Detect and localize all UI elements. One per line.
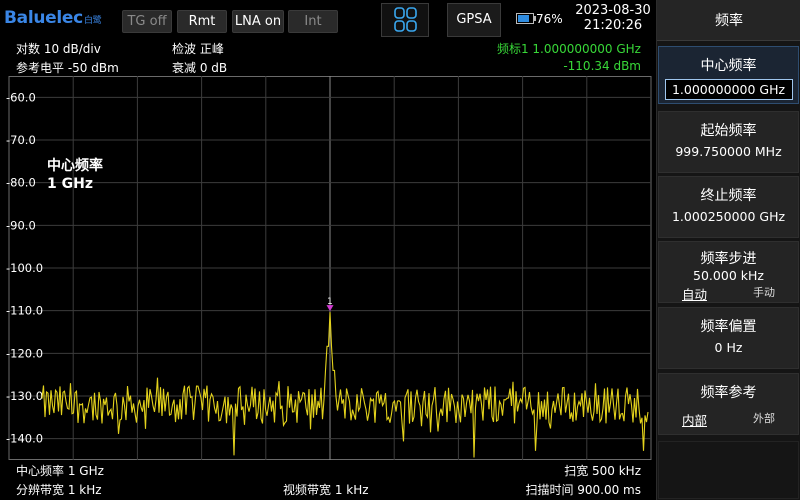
grid-layout-icon xyxy=(394,7,417,32)
ref-external-option[interactable]: 外部 xyxy=(753,410,775,429)
overlay-value: 1 GHz xyxy=(47,176,93,192)
spectrum-plot[interactable]: -60.0 -70.0 -80.0 -90.0 -100.0 -110.0 -120.0 -1… xyxy=(0,76,656,460)
freq-offset-softkey[interactable]: 频率偏置 0 Hz xyxy=(658,307,799,369)
step-manual-option[interactable]: 手动 xyxy=(753,284,775,303)
time-text: 21:20:26 xyxy=(583,18,643,33)
rbw-label[interactable]: 分辨带宽 1 kHz xyxy=(16,481,102,498)
vbw-label[interactable]: 视频带宽 1 kHz xyxy=(283,481,369,498)
y-tick-label: -110.0 xyxy=(6,304,43,318)
brand-name: Baluelec xyxy=(4,8,83,28)
ref-level-label[interactable]: 参考电平 -50 dBm xyxy=(16,59,119,76)
y-tick-label: -70.0 xyxy=(6,133,36,147)
spectrum-trace xyxy=(41,312,649,458)
sweep-time-label[interactable]: 扫描时间 900.00 ms xyxy=(525,481,641,498)
freq-step-softkey[interactable]: 频率步进 50.000 kHz 自动 手动 xyxy=(658,241,799,303)
marker-value: -110.34 dBm xyxy=(563,59,641,73)
panel-title: 频率 xyxy=(657,0,800,41)
stop-freq-label: 终止频率 xyxy=(700,188,757,204)
scale-label: 对数 10 dB/div xyxy=(16,42,101,56)
y-tick-label: -100.0 xyxy=(6,261,43,275)
center-freq-softkey-label: 中心频率 xyxy=(700,58,757,74)
freq-ref-label: 频率参考 xyxy=(700,385,757,401)
tg-button[interactable]: TG off xyxy=(122,10,172,33)
center-freq-overlay: 中心频率 1 GHz xyxy=(47,157,103,193)
detector-label: 检波 正峰 xyxy=(172,42,224,56)
remote-button[interactable]: Rmt xyxy=(177,10,227,33)
date-text: 2023-08-30 xyxy=(575,3,651,18)
stop-freq-value: 1.000250000 GHz xyxy=(671,209,786,224)
step-auto-option[interactable]: 自动 xyxy=(682,284,707,303)
freq-offset-label: 频率偏置 xyxy=(700,319,757,335)
center-freq-softkey[interactable]: 中心频率 1.000000000 GHz xyxy=(658,46,799,104)
spectrum-graph[interactable]: -60.0 -70.0 -80.0 -90.0 -100.0 -110.0 -120.0 -1… xyxy=(0,76,656,460)
start-freq-label: 起始频率 xyxy=(700,123,757,139)
start-freq-softkey[interactable]: 起始频率 999.750000 MHz xyxy=(658,111,799,173)
y-tick-label: -130.0 xyxy=(6,389,43,403)
start-freq-value: 999.750000 MHz xyxy=(675,144,782,159)
battery-percent: 76% xyxy=(536,12,563,26)
int-button[interactable]: Int xyxy=(288,10,338,33)
top-bar: Baluelec白鹭 TG off Rmt LNA on Int GPSA 76… xyxy=(0,0,656,38)
datetime: 2023-08-30 21:20:26 xyxy=(572,3,654,33)
y-tick-label: -120.0 xyxy=(6,346,43,360)
freq-offset-value: 0 Hz xyxy=(714,340,743,355)
y-tick-label: -90.0 xyxy=(6,218,36,232)
battery-status: 76% xyxy=(516,12,563,26)
y-tick-label: -80.0 xyxy=(6,176,36,190)
y-tick-label: -60.0 xyxy=(6,90,36,104)
frequency-menu-panel: 频率 中心频率 1.000000000 GHz 起始频率 999.750000 … xyxy=(656,0,800,500)
marker-label: 频标1 1.000000000 GHz xyxy=(496,42,641,56)
freq-step-value: 50.000 kHz xyxy=(693,268,764,283)
lna-button[interactable]: LNA on xyxy=(232,10,284,33)
brand-logo: Baluelec白鹭 xyxy=(4,8,102,28)
empty-softkey xyxy=(658,441,799,499)
center-freq-input[interactable]: 1.000000000 GHz xyxy=(664,79,793,100)
overlay-title: 中心频率 xyxy=(47,158,103,174)
y-tick-label: -140.0 xyxy=(6,432,43,446)
ref-internal-option[interactable]: 内部 xyxy=(682,410,707,429)
span-label[interactable]: 扫宽 500 kHz xyxy=(564,462,641,479)
battery-icon xyxy=(516,13,536,24)
freq-ref-softkey[interactable]: 频率参考 内部 外部 xyxy=(658,373,799,435)
layout-grid-button[interactable] xyxy=(381,3,429,37)
marker-number: 1 xyxy=(327,297,333,307)
brand-sub: 白鹭 xyxy=(83,16,102,26)
center-freq-label[interactable]: 中心频率 1 GHz xyxy=(16,462,104,479)
atten-label: 衰减 0 dB xyxy=(172,61,228,75)
stop-freq-softkey[interactable]: 终止频率 1.000250000 GHz xyxy=(658,176,799,238)
mode-button[interactable]: GPSA xyxy=(447,3,501,37)
freq-step-label: 频率步进 xyxy=(700,251,757,267)
